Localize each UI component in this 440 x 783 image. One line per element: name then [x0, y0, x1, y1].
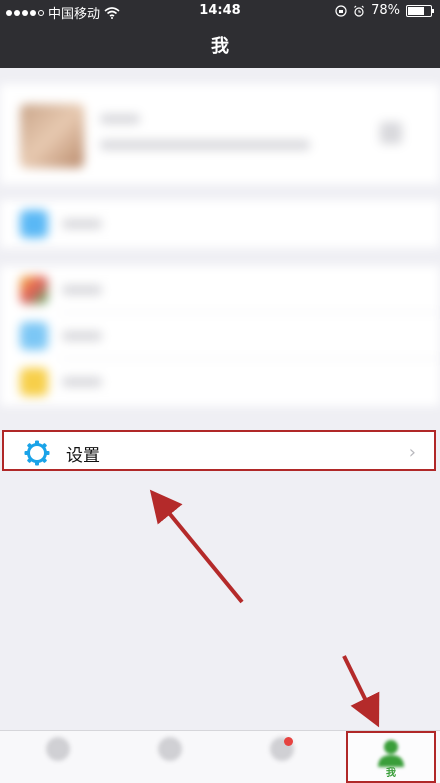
tab-contacts[interactable] — [150, 737, 190, 777]
tab-me-label: 我 — [386, 768, 396, 779]
arrow-to-settings — [149, 489, 244, 604]
person-icon — [378, 740, 404, 767]
unread-badge — [284, 737, 293, 746]
annotation-arrows — [149, 489, 380, 728]
arrow-to-me-tab — [342, 655, 380, 728]
tab-bar: 我 — [0, 730, 440, 783]
tab-me[interactable]: 我 — [346, 731, 436, 783]
tab-chats[interactable] — [38, 737, 78, 777]
tab-discover[interactable] — [262, 737, 302, 777]
